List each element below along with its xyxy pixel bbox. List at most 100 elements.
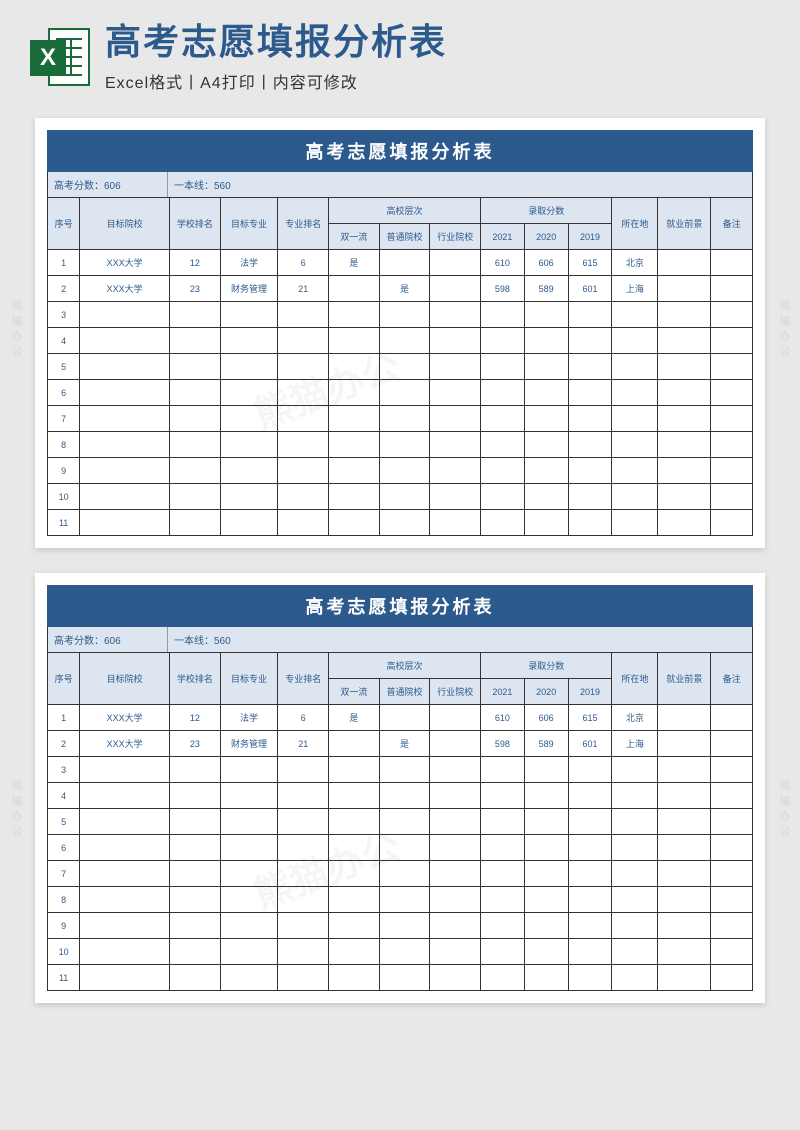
col-major-rank: 专业排名 — [278, 198, 329, 250]
table-cell — [278, 432, 329, 458]
table-cell: 财务管理 — [220, 276, 278, 302]
table-cell — [711, 939, 753, 965]
table-cell — [711, 757, 753, 783]
table-cell — [220, 835, 278, 861]
table-cell — [524, 328, 568, 354]
info-row: 高考分数：606一本线：560 — [47, 627, 753, 652]
table-cell: 6 — [278, 250, 329, 276]
table-cell — [170, 328, 221, 354]
table-cell: 601 — [568, 276, 612, 302]
table-cell — [80, 380, 170, 406]
table-cell — [220, 484, 278, 510]
col-level-a: 双一流 — [329, 679, 380, 705]
table-cell: 4 — [48, 328, 80, 354]
table-cell — [612, 484, 658, 510]
table-cell — [329, 965, 380, 991]
table-row: 11 — [48, 965, 753, 991]
table-cell — [430, 783, 481, 809]
table-cell — [430, 887, 481, 913]
table-cell — [658, 757, 711, 783]
table-cell — [80, 913, 170, 939]
table-cell: 9 — [48, 458, 80, 484]
table-cell: 606 — [524, 250, 568, 276]
table-cell — [329, 783, 380, 809]
table-cell — [379, 809, 430, 835]
col-level-b: 普通院校 — [379, 679, 430, 705]
table-cell — [658, 705, 711, 731]
table-cell — [430, 406, 481, 432]
table-cell — [170, 939, 221, 965]
table-cell — [430, 913, 481, 939]
side-watermark: 熊猫办公 — [8, 300, 24, 360]
table-cell — [329, 458, 380, 484]
table-cell: 5 — [48, 809, 80, 835]
table-cell — [430, 510, 481, 536]
table-cell: 12 — [170, 250, 221, 276]
table-cell — [711, 484, 753, 510]
col-2021: 2021 — [481, 679, 525, 705]
table-cell — [568, 458, 612, 484]
table-cell — [329, 354, 380, 380]
table-cell — [80, 354, 170, 380]
table-cell — [524, 809, 568, 835]
col-2020: 2020 — [524, 679, 568, 705]
table-cell — [524, 835, 568, 861]
table-cell: 23 — [170, 731, 221, 757]
col-major-rank: 专业排名 — [278, 653, 329, 705]
table-cell — [524, 783, 568, 809]
table-cell — [329, 939, 380, 965]
table-cell — [658, 458, 711, 484]
table-cell — [170, 835, 221, 861]
table-cell — [568, 939, 612, 965]
table-cell — [379, 406, 430, 432]
table-cell — [329, 809, 380, 835]
spreadsheet-page: 高考志愿填报分析表高考分数：606一本线：560 序号 目标院校 学校排名 目标… — [35, 573, 765, 1003]
table-cell — [220, 861, 278, 887]
table-cell — [220, 458, 278, 484]
table-cell: 23 — [170, 276, 221, 302]
col-school-rank: 学校排名 — [170, 653, 221, 705]
table-cell — [568, 783, 612, 809]
table-cell — [481, 861, 525, 887]
table-cell — [524, 965, 568, 991]
table-cell — [430, 302, 481, 328]
table-cell — [711, 432, 753, 458]
table-cell — [711, 887, 753, 913]
table-cell: 615 — [568, 250, 612, 276]
analysis-table: 序号 目标院校 学校排名 目标专业 专业排名 高校层次 录取分数 所在地 就业前… — [47, 652, 753, 991]
table-cell — [568, 965, 612, 991]
table-cell — [379, 757, 430, 783]
table-cell — [658, 380, 711, 406]
table-cell: 1 — [48, 250, 80, 276]
col-2020: 2020 — [524, 224, 568, 250]
table-row: 9 — [48, 458, 753, 484]
table-cell — [658, 835, 711, 861]
table-cell — [524, 406, 568, 432]
table-cell — [329, 887, 380, 913]
table-cell: 11 — [48, 965, 80, 991]
table-row: 2XXX大学23财务管理21是598589601上海 — [48, 276, 753, 302]
col-major: 目标专业 — [220, 653, 278, 705]
table-cell — [278, 354, 329, 380]
table-cell — [481, 913, 525, 939]
table-cell — [612, 432, 658, 458]
table-cell — [329, 731, 380, 757]
table-cell — [220, 965, 278, 991]
table-cell — [170, 510, 221, 536]
table-cell — [481, 809, 525, 835]
table-cell — [711, 965, 753, 991]
col-level-c: 行业院校 — [430, 679, 481, 705]
table-cell — [481, 965, 525, 991]
table-cell — [329, 484, 380, 510]
col-prospect: 就业前景 — [658, 198, 711, 250]
col-major: 目标专业 — [220, 198, 278, 250]
main-title: 高考志愿填报分析表 — [105, 20, 770, 63]
col-score-group: 录取分数 — [481, 653, 612, 679]
table-cell — [481, 835, 525, 861]
col-level-group: 高校层次 — [329, 198, 481, 224]
table-cell — [481, 757, 525, 783]
table-cell — [612, 328, 658, 354]
col-school-rank: 学校排名 — [170, 198, 221, 250]
table-cell — [430, 731, 481, 757]
table-cell — [329, 510, 380, 536]
